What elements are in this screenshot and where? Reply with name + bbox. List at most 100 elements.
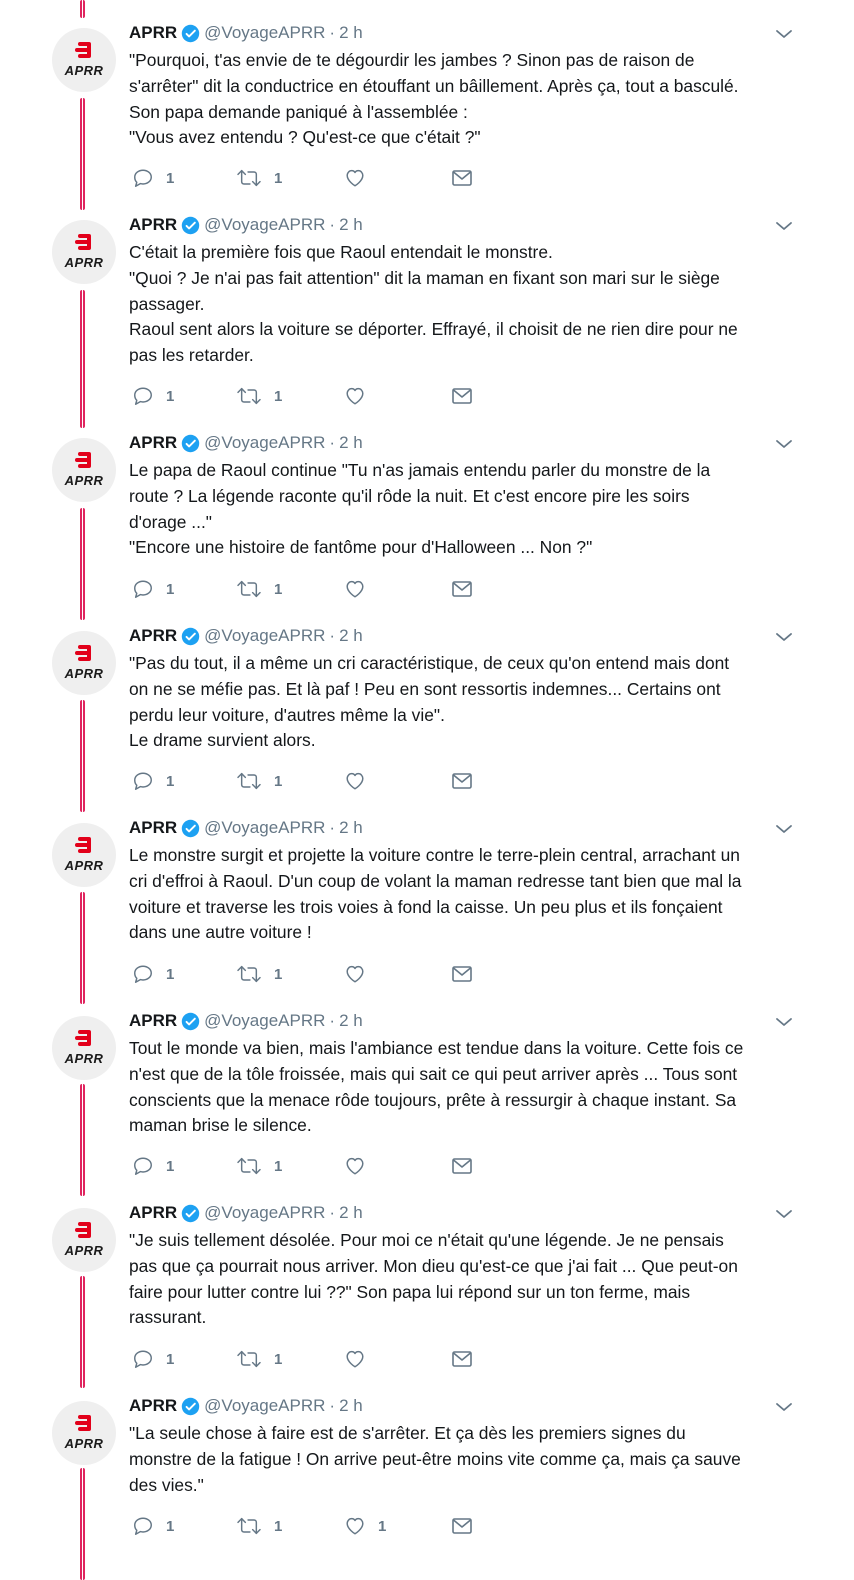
tweet-header: APRR @VoyageAPRR · 2 h bbox=[129, 20, 363, 46]
reply-button[interactable]: 1 bbox=[132, 770, 174, 792]
separator-dot: · bbox=[329, 818, 336, 837]
like-button[interactable] bbox=[344, 770, 378, 792]
timestamp[interactable]: 2 h bbox=[339, 1011, 363, 1031]
reply-icon bbox=[134, 1517, 152, 1535]
direct-message-button[interactable] bbox=[450, 1155, 474, 1177]
tweet-text-line: on ne se méfie pas. Et là paf ! Peu en s… bbox=[129, 678, 721, 699]
reply-button[interactable]: 1 bbox=[132, 385, 174, 407]
reply-button[interactable]: 1 bbox=[132, 963, 174, 985]
retweet-button[interactable]: 1 bbox=[236, 770, 282, 792]
handle[interactable]: @VoyageAPRR bbox=[204, 215, 325, 235]
like-button[interactable] bbox=[344, 578, 378, 600]
like-button[interactable] bbox=[344, 167, 378, 189]
retweet-button[interactable]: 1 bbox=[236, 1155, 282, 1177]
reply-button[interactable]: 1 bbox=[132, 1515, 174, 1537]
avatar[interactable]: APRR bbox=[52, 220, 116, 284]
thread-line bbox=[80, 1084, 85, 1196]
timestamp[interactable]: 2 h bbox=[339, 23, 363, 43]
handle[interactable]: @VoyageAPRR bbox=[204, 23, 325, 43]
timestamp[interactable]: 2 h bbox=[339, 1203, 363, 1223]
reply-icon bbox=[134, 169, 152, 187]
thread-line bbox=[80, 1468, 85, 1580]
chevron-down-icon[interactable] bbox=[774, 1397, 794, 1417]
timestamp[interactable]: 2 h bbox=[339, 626, 363, 646]
display-name[interactable]: APRR bbox=[129, 1203, 177, 1223]
tweet-text-line: des vies." bbox=[129, 1474, 204, 1495]
direct-message-button[interactable] bbox=[450, 1348, 474, 1370]
reply-count: 1 bbox=[166, 580, 175, 598]
direct-message-button[interactable] bbox=[450, 578, 474, 600]
retweet-button[interactable]: 1 bbox=[236, 1515, 282, 1537]
handle[interactable]: @VoyageAPRR bbox=[204, 626, 325, 646]
retweet-button[interactable]: 1 bbox=[236, 167, 282, 189]
tweet-header: APRR @VoyageAPRR · 2 h bbox=[129, 212, 363, 238]
heart-icon bbox=[346, 387, 364, 405]
chevron-down-icon[interactable] bbox=[774, 819, 794, 839]
retweet-button[interactable]: 1 bbox=[236, 1348, 282, 1370]
like-button[interactable] bbox=[344, 1155, 378, 1177]
avatar[interactable]: APRR bbox=[52, 1208, 116, 1272]
direct-message-button[interactable] bbox=[450, 770, 474, 792]
envelope-icon bbox=[452, 1158, 472, 1174]
retweet-button[interactable]: 1 bbox=[236, 963, 282, 985]
retweet-button[interactable]: 1 bbox=[236, 385, 282, 407]
tweet-text-line: rassurant. bbox=[129, 1307, 207, 1328]
verified-badge-icon bbox=[181, 24, 200, 42]
tweet-text-line: "Je suis tellement désolée. Pour moi ce … bbox=[129, 1230, 724, 1250]
reply-button[interactable]: 1 bbox=[132, 1348, 174, 1370]
timestamp[interactable]: 2 h bbox=[339, 215, 363, 235]
display-name[interactable]: APRR bbox=[129, 626, 177, 646]
chevron-down-icon[interactable] bbox=[774, 24, 794, 44]
display-name[interactable]: APRR bbox=[129, 818, 177, 838]
reply-button[interactable]: 1 bbox=[132, 167, 174, 189]
retweet-button[interactable]: 1 bbox=[236, 578, 282, 600]
display-name[interactable]: APRR bbox=[129, 23, 177, 43]
display-name[interactable]: APRR bbox=[129, 433, 177, 453]
chevron-down-icon[interactable] bbox=[774, 1012, 794, 1032]
retweet-icon bbox=[237, 965, 261, 983]
direct-message-button[interactable] bbox=[450, 385, 474, 407]
chevron-down-icon[interactable] bbox=[774, 216, 794, 236]
display-name[interactable]: APRR bbox=[129, 1011, 177, 1031]
direct-message-button[interactable] bbox=[450, 1515, 474, 1537]
avatar-logo-text: APRR bbox=[64, 1243, 104, 1258]
timestamp[interactable]: 2 h bbox=[339, 433, 363, 453]
tweet-text: Tout le monde va bien, mais l'ambiance e… bbox=[129, 1036, 799, 1139]
reply-button[interactable]: 1 bbox=[132, 1155, 174, 1177]
handle[interactable]: @VoyageAPRR bbox=[204, 1011, 325, 1031]
chevron-down-icon[interactable] bbox=[774, 627, 794, 647]
timestamp[interactable]: 2 h bbox=[339, 1396, 363, 1416]
tweet-text-line: monstre de la fatigue ! On arrive peut-ê… bbox=[129, 1448, 741, 1469]
envelope-icon bbox=[452, 1518, 472, 1534]
display-name[interactable]: APRR bbox=[129, 1396, 177, 1416]
reply-icon bbox=[134, 1157, 152, 1175]
avatar[interactable]: APRR bbox=[52, 631, 116, 695]
avatar[interactable]: APRR bbox=[52, 1401, 116, 1465]
like-button[interactable] bbox=[344, 1348, 378, 1370]
like-button[interactable]: 1 bbox=[344, 1515, 386, 1537]
direct-message-button[interactable] bbox=[450, 167, 474, 189]
retweet-icon bbox=[237, 387, 261, 405]
like-button[interactable] bbox=[344, 385, 378, 407]
aprr-logo-icon bbox=[75, 1030, 91, 1046]
verified-badge-icon bbox=[181, 627, 200, 645]
tweet-text-line: "Pas du tout, il a même un cri caractéri… bbox=[129, 653, 730, 673]
thread-line bbox=[80, 700, 85, 812]
direct-message-button[interactable] bbox=[450, 963, 474, 985]
like-button[interactable] bbox=[344, 963, 378, 985]
chevron-down-icon[interactable] bbox=[774, 434, 794, 454]
timestamp[interactable]: 2 h bbox=[339, 818, 363, 838]
avatar[interactable]: APRR bbox=[52, 823, 116, 887]
avatar-logo-text: APRR bbox=[64, 473, 104, 488]
handle[interactable]: @VoyageAPRR bbox=[204, 818, 325, 838]
chevron-down-icon[interactable] bbox=[774, 1204, 794, 1224]
reply-button[interactable]: 1 bbox=[132, 578, 174, 600]
avatar[interactable]: APRR bbox=[52, 28, 116, 92]
handle[interactable]: @VoyageAPRR bbox=[204, 1396, 325, 1416]
handle[interactable]: @VoyageAPRR bbox=[204, 433, 325, 453]
avatar[interactable]: APRR bbox=[52, 1016, 116, 1080]
avatar[interactable]: APRR bbox=[52, 438, 116, 502]
display-name[interactable]: APRR bbox=[129, 215, 177, 235]
handle[interactable]: @VoyageAPRR bbox=[204, 1203, 325, 1223]
aprr-logo-icon bbox=[75, 234, 91, 250]
